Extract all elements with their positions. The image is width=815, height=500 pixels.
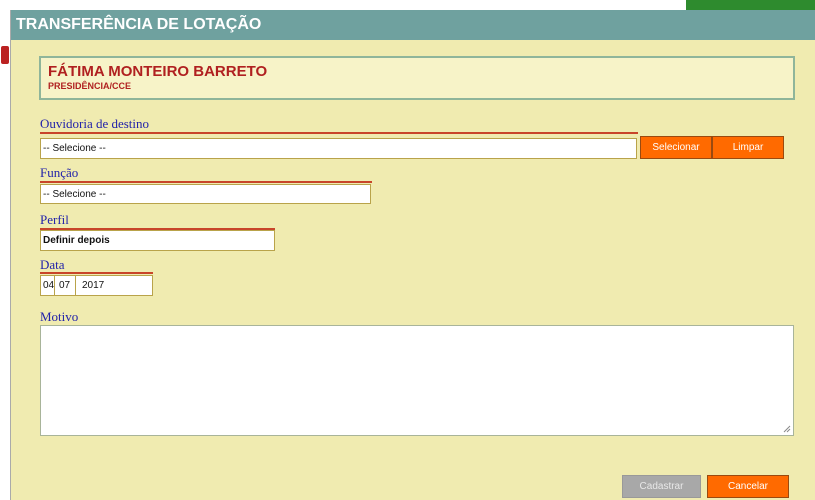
funcao-label: Função bbox=[40, 165, 79, 180]
data-rule bbox=[40, 272, 153, 274]
clear-button[interactable]: Limpar bbox=[712, 136, 784, 159]
perfil-label: Perfil bbox=[40, 212, 69, 227]
ouvidoria-label: Ouvidoria de destino bbox=[40, 116, 150, 131]
funcao-select[interactable]: -- Selecione -- bbox=[40, 184, 371, 204]
dialog-title: TRANSFERÊNCIA DE LOTAÇÃO bbox=[16, 16, 262, 33]
person-name: FÁTIMA MONTEIRO BARRETO bbox=[48, 63, 268, 80]
ouvidoria-select[interactable]: -- Selecione -- bbox=[40, 138, 637, 159]
date-month-input[interactable]: 07 bbox=[55, 276, 76, 295]
person-info-box: FÁTIMA MONTEIRO BARRETO PRESIDÊNCIA/CCE bbox=[39, 56, 795, 100]
transfer-dialog: TRANSFERÊNCIA DE LOTAÇÃO FÁTIMA MONTEIRO… bbox=[10, 10, 815, 500]
motivo-textarea[interactable] bbox=[40, 325, 794, 436]
motivo-label: Motivo bbox=[40, 309, 79, 324]
background-logo-fragment bbox=[1, 46, 9, 64]
select-button[interactable]: Selecionar bbox=[640, 136, 712, 159]
data-label: Data bbox=[40, 257, 65, 272]
ouvidoria-rule bbox=[40, 132, 638, 134]
submit-button[interactable]: Cadastrar bbox=[622, 475, 701, 498]
date-field: 04 07 2017 bbox=[40, 275, 153, 296]
dialog-titlebar[interactable]: TRANSFERÊNCIA DE LOTAÇÃO bbox=[11, 10, 815, 40]
background-left-edge bbox=[0, 10, 10, 500]
funcao-rule bbox=[40, 181, 372, 183]
resize-grip-icon[interactable] bbox=[783, 425, 791, 433]
date-day-input[interactable]: 04 bbox=[41, 276, 55, 295]
person-department: PRESIDÊNCIA/CCE bbox=[48, 81, 132, 91]
perfil-field[interactable]: Definir depois bbox=[40, 230, 275, 251]
cancel-button[interactable]: Cancelar bbox=[707, 475, 789, 498]
date-year-input[interactable]: 2017 bbox=[76, 276, 154, 295]
